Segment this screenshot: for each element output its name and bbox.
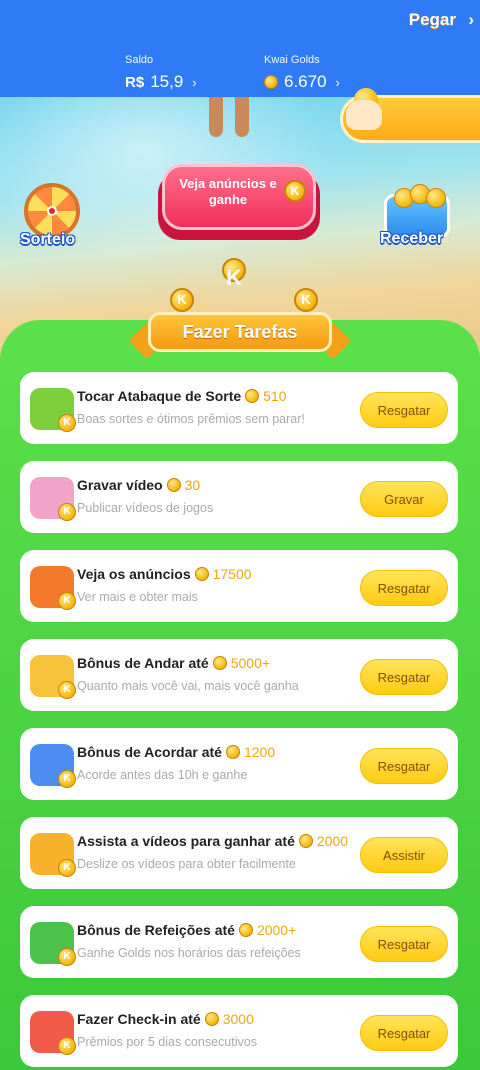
task-title-row: Assista a vídeos para ganhar até 2000	[77, 833, 348, 849]
task-card[interactable]: K Gravar vídeo 30 Publicar vídeos de jogos G…	[20, 461, 458, 533]
gold-coin-icon	[194, 567, 209, 581]
task-title-row: Tocar Atabaque de Sorte 510	[77, 388, 287, 404]
task-title-row: Fazer Check-in até 3000	[77, 1011, 254, 1027]
task-title: Fazer Check-in até	[77, 1011, 201, 1027]
task-subtitle: Acorde antes das 10h e ganhe	[77, 768, 248, 782]
task-subtitle: Ganhe Golds nos horários das refeições	[77, 946, 301, 960]
k-coin-icon: K	[170, 288, 194, 312]
task-subtitle: Ver mais e obter mais	[77, 590, 198, 604]
task-subtitle: Deslize os vídeos para obter facilmente	[77, 857, 296, 871]
big-k-coin-icon: K	[222, 258, 246, 290]
task-subtitle: Prêmios por 5 dias consecutivos	[77, 1035, 257, 1049]
task-card[interactable]: K Bônus de Acordar até 1200 Acorde antes da…	[20, 728, 458, 800]
running-boy-icon: K	[30, 655, 76, 699]
moon-icon: K	[30, 744, 76, 788]
task-reward: 17500	[212, 566, 252, 582]
task-action-button[interactable]: Resgatar	[360, 748, 448, 784]
task-action-button[interactable]: Resgatar	[360, 392, 448, 428]
task-subtitle: Boas sortes e ótimos prêmios sem parar!	[77, 412, 305, 426]
task-title: Bônus de Acordar até	[77, 744, 222, 760]
gold-coin-icon	[245, 389, 260, 403]
watch-ads-label: Veja anúncios e ganhe	[179, 176, 277, 207]
task-subtitle: Publicar vídeos de jogos	[77, 501, 214, 515]
meal-box-icon: K	[30, 922, 76, 966]
k-coin-icon: K	[58, 681, 76, 699]
calendar-icon: K	[30, 1011, 76, 1055]
k-coin-icon: K	[58, 770, 76, 788]
kwai-golds-label: Kwai Golds	[264, 54, 320, 66]
task-title-row: Bônus de Andar até 5000+	[77, 655, 270, 671]
task-action-button[interactable]: Gravar	[360, 481, 448, 517]
gold-coin-icon	[204, 1012, 219, 1026]
receber-label: Receber	[380, 230, 444, 247]
task-reward: 510	[263, 388, 287, 404]
sorteio-label: Sorteio	[20, 231, 76, 248]
task-action-button[interactable]: Resgatar	[360, 570, 448, 606]
task-action-button[interactable]: Assistir	[360, 837, 448, 873]
person-legs-illustration	[205, 97, 255, 137]
pegar-label: Pegar	[408, 10, 456, 29]
task-title-row: Veja os anúncios 17500	[77, 566, 252, 582]
saldo-label: Saldo	[125, 54, 154, 66]
task-action-button[interactable]: Resgatar	[360, 1015, 448, 1051]
k-coin-icon: K	[58, 859, 76, 877]
sorteio-button[interactable]: Sorteio	[18, 183, 88, 253]
chevron-right-icon: ›	[335, 74, 340, 90]
k-coin-icon: K	[58, 1037, 76, 1055]
task-title: Veja os anúncios	[77, 566, 191, 582]
task-title-row: Gravar vídeo 30	[77, 477, 200, 493]
task-reward: 2000+	[256, 922, 297, 938]
game-controller-icon: K	[30, 477, 76, 521]
task-title: Bônus de Refeições até	[77, 922, 235, 938]
saldo-block[interactable]: Saldo R$ 15,9 ›	[125, 54, 197, 92]
task-reward: 1200	[243, 744, 276, 760]
tasks-title-banner: Fazer Tarefas	[148, 312, 332, 352]
receber-button[interactable]: Receber	[380, 184, 460, 254]
k-coin-icon: K	[284, 180, 306, 202]
task-card[interactable]: K Bônus de Andar até 5000+ Quanto mais você…	[20, 639, 458, 711]
chevron-right-icon: ›	[192, 74, 197, 90]
task-action-button[interactable]: Resgatar	[360, 926, 448, 962]
task-title-row: Bônus de Acordar até 1200	[77, 744, 275, 760]
gold-coin-icon	[212, 656, 227, 670]
gold-coin-icon	[225, 745, 240, 759]
task-title: Gravar vídeo	[77, 477, 163, 493]
task-reward: 2000	[316, 833, 349, 849]
task-card[interactable]: K Veja os anúncios 17500 Ver mais e obter m…	[20, 550, 458, 622]
k-coin-icon: K	[294, 288, 318, 312]
task-reward: 5000+	[230, 655, 271, 671]
gold-coin-icon	[298, 834, 313, 848]
k-coin-icon: K	[58, 503, 76, 521]
task-card[interactable]: K Tocar Atabaque de Sorte 510 Boas sortes e…	[20, 372, 458, 444]
video-camera-icon: K	[30, 833, 76, 877]
k-coin-icon: K	[58, 592, 76, 610]
kwai-golds-block[interactable]: Kwai Golds 6.670 ›	[264, 54, 340, 92]
chevron-right-icon: ›	[468, 10, 474, 29]
task-action-button[interactable]: Resgatar	[360, 659, 448, 695]
hand-icon	[346, 100, 382, 130]
kwai-golds-value: 6.670	[284, 72, 327, 91]
gold-coin-icon	[166, 478, 181, 492]
task-title: Assista a vídeos para ganhar até	[77, 833, 295, 849]
task-card[interactable]: K Assista a vídeos para ganhar até 2000 Des…	[20, 817, 458, 889]
k-coin-icon: K	[58, 414, 76, 432]
tasks-title: Fazer Tarefas	[182, 322, 298, 342]
task-card[interactable]: K Bônus de Refeições até 2000+ Ganhe Golds …	[20, 906, 458, 978]
gold-coin-icon	[264, 75, 278, 89]
tv-icon: K	[30, 566, 76, 610]
task-reward: 30	[184, 477, 201, 493]
currency-symbol: R$	[125, 73, 145, 91]
task-title-row: Bônus de Refeições até 2000+	[77, 922, 296, 938]
watch-ads-button[interactable]: Veja anúncios e ganhe K	[158, 160, 320, 240]
task-subtitle: Quanto mais você vai, mais você ganha	[77, 679, 299, 693]
drum-icon: K	[30, 388, 76, 432]
k-coin-icon: K	[58, 948, 76, 966]
task-title: Bônus de Andar até	[77, 655, 209, 671]
task-title: Tocar Atabaque de Sorte	[77, 388, 242, 404]
task-reward: 3000	[222, 1011, 254, 1027]
saldo-value: 15,9	[150, 72, 184, 91]
gold-coin-icon	[238, 923, 253, 937]
task-card[interactable]: K Fazer Check-in até 3000 Prêmios por 5 dia…	[20, 995, 458, 1067]
